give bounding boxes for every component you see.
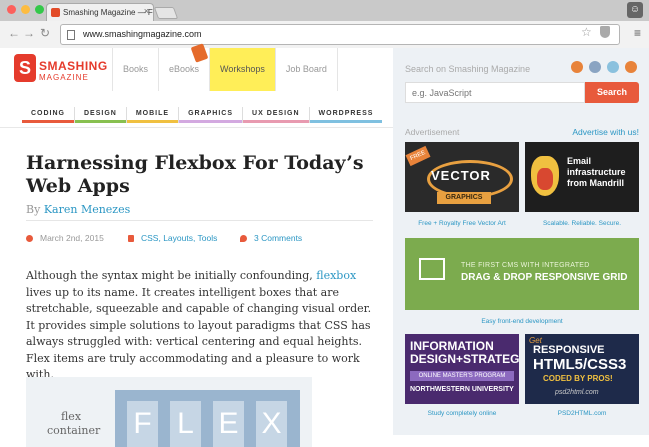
- main-column: S SMASHING MAGAZINE Books eBooks Worksho…: [0, 43, 393, 447]
- category-ux-design[interactable]: UX DESIGN: [243, 107, 310, 123]
- flex-box-illustration: F L E X: [115, 390, 300, 447]
- web-page: S SMASHING MAGAZINE Books eBooks Worksho…: [0, 43, 649, 447]
- flex-letter: F: [127, 401, 158, 447]
- ad-free-badge: FREE: [405, 145, 431, 167]
- address-bar[interactable]: www.smashingmagazine.com: [60, 24, 620, 45]
- twitter-icon[interactable]: [607, 61, 619, 73]
- window-controls: [7, 5, 44, 14]
- tab-close-icon[interactable]: ×: [144, 6, 149, 16]
- browser-toolbar: ← → ↻ www.smashingmagazine.com: [0, 21, 649, 48]
- flexbox-link[interactable]: flexbox: [316, 269, 356, 282]
- flex-figure: flex container F L E X: [26, 377, 312, 447]
- search-input[interactable]: [405, 82, 585, 103]
- flex-letter: E: [213, 401, 244, 447]
- ad-cms-grid[interactable]: THE FIRST CMS WITH INTEGRATED DRAG & DRO…: [405, 238, 639, 310]
- search-button[interactable]: Search: [585, 82, 639, 103]
- ad-caption[interactable]: PSD2HTML.com: [525, 410, 639, 417]
- category-mobile[interactable]: MOBILE: [127, 107, 180, 123]
- article-title[interactable]: Harnessing Flexbox For Today’s Web Apps: [26, 152, 376, 198]
- ad-vector-graphics[interactable]: FREE VECTOR GRAPHICS: [405, 142, 519, 212]
- logo-bottom-text: MAGAZINE: [39, 73, 89, 82]
- byline: By Karen Menezes: [26, 203, 130, 216]
- figure-label: flex container: [47, 410, 101, 437]
- logo-s-icon: S: [14, 54, 36, 82]
- ad-cms-line1: THE FIRST CMS WITH INTEGRATED: [461, 262, 590, 269]
- ad-psd-line3: CODED BY PROS!: [543, 374, 613, 383]
- site-logo[interactable]: S SMASHING MAGAZINE: [14, 54, 107, 88]
- nav-books[interactable]: Books: [113, 48, 160, 91]
- article-body: Although the syntax might be initially c…: [26, 269, 372, 381]
- ad-vector-title: VECTOR: [431, 168, 491, 183]
- ad-caption[interactable]: Scalable. Reliable. Secure.: [525, 220, 639, 227]
- favicon-icon: [51, 8, 60, 17]
- profile-icon[interactable]: ☺: [627, 2, 643, 18]
- ad-mandrill-text: Email infrastructure from Mandrill: [567, 156, 626, 188]
- ad-caption[interactable]: Free + Royalty Free Vector Art: [405, 220, 519, 227]
- meta-divider: [26, 220, 373, 221]
- minimize-window-button[interactable]: [21, 5, 30, 14]
- ad-info-design[interactable]: INFORMATION DESIGN+STRATEGY ONLINE MASTE…: [405, 334, 519, 404]
- ad-psd2html[interactable]: Get RESPONSIVE HTML5/CSS3 CODED BY PROS!…: [525, 334, 639, 404]
- ad-mandrill[interactable]: Email infrastructure from Mandrill: [525, 142, 639, 212]
- category-nav: CODING DESIGN MOBILE GRAPHICS UX DESIGN …: [22, 107, 382, 123]
- comment-icon: [240, 234, 247, 242]
- clock-icon: [26, 234, 33, 242]
- byline-prefix: By: [26, 203, 41, 216]
- tab-strip: Smashing Magazine — Fo × ☺: [0, 0, 649, 21]
- tab-title: Smashing Magazine — Fo: [63, 8, 154, 17]
- article-tags: CSS, Layouts, Tools: [128, 233, 217, 243]
- ad-psd-line2: HTML5/CSS3: [533, 356, 627, 373]
- sidebar: Search on Smashing Magazine Search Adver…: [393, 48, 649, 435]
- ad-psd-site: psd2html.com: [555, 389, 599, 396]
- ad-info-sub: ONLINE MASTER'S PROGRAM: [410, 371, 514, 381]
- rss-icon[interactable]: [571, 61, 583, 73]
- category-graphics[interactable]: GRAPHICS: [179, 107, 244, 123]
- search-label: Search on Smashing Magazine: [405, 64, 531, 74]
- article-comments: 3 Comments: [240, 233, 302, 243]
- maximize-window-button[interactable]: [35, 5, 44, 14]
- category-coding[interactable]: CODING: [22, 107, 75, 123]
- reload-icon[interactable]: ↻: [40, 26, 50, 40]
- ad-caption[interactable]: Study completely online: [405, 410, 519, 417]
- ad-info-title: INFORMATION DESIGN+STRATEGY: [410, 339, 519, 366]
- hamburger-menu-icon[interactable]: ≡: [634, 26, 641, 40]
- browser-tab[interactable]: Smashing Magazine — Fo ×: [46, 3, 154, 21]
- new-tab-button[interactable]: [153, 7, 179, 19]
- ad-caption[interactable]: Easy front-end development: [465, 318, 579, 325]
- advertisement-label: Advertisement: [405, 127, 460, 137]
- nav-job-board[interactable]: Job Board: [276, 48, 338, 91]
- ad-psd-line1: RESPONSIVE: [533, 344, 605, 356]
- ad-info-uni: NORTHWESTERN UNIVERSITY: [410, 386, 514, 393]
- email-icon[interactable]: [625, 61, 637, 73]
- ad-cms-line2: DRAG & DROP RESPONSIVE GRID: [461, 272, 628, 283]
- browser-chrome: Smashing Magazine — Fo × ☺ ← → ↻ www.sma…: [0, 0, 649, 48]
- extension-shield-icon[interactable]: [600, 26, 610, 38]
- nav-workshops[interactable]: Workshops: [210, 48, 276, 91]
- back-arrow-icon[interactable]: ←: [8, 26, 20, 40]
- category-design[interactable]: DESIGN: [75, 107, 127, 123]
- forward-arrow-icon[interactable]: →: [23, 26, 35, 40]
- author-link[interactable]: Karen Menezes: [44, 203, 130, 216]
- bookmark-star-icon[interactable]: ☆: [581, 25, 592, 39]
- facebook-icon[interactable]: [589, 61, 601, 73]
- flex-letter: X: [256, 401, 287, 447]
- flex-letter: L: [170, 401, 201, 447]
- ad-vector-sub: GRAPHICS: [437, 192, 491, 204]
- close-window-button[interactable]: [7, 5, 16, 14]
- tag-icon: [128, 234, 134, 242]
- main-nav: Books eBooks Workshops Job Board: [112, 48, 338, 91]
- url-text: www.smashingmagazine.com: [83, 29, 202, 39]
- logo-top-text: SMASHING: [39, 59, 108, 73]
- advertise-link[interactable]: Advertise with us!: [572, 127, 639, 137]
- category-wordpress[interactable]: WORDPRESS: [310, 107, 383, 123]
- article-date: March 2nd, 2015: [26, 233, 104, 243]
- header-divider: [0, 127, 393, 128]
- page-icon: [67, 30, 75, 40]
